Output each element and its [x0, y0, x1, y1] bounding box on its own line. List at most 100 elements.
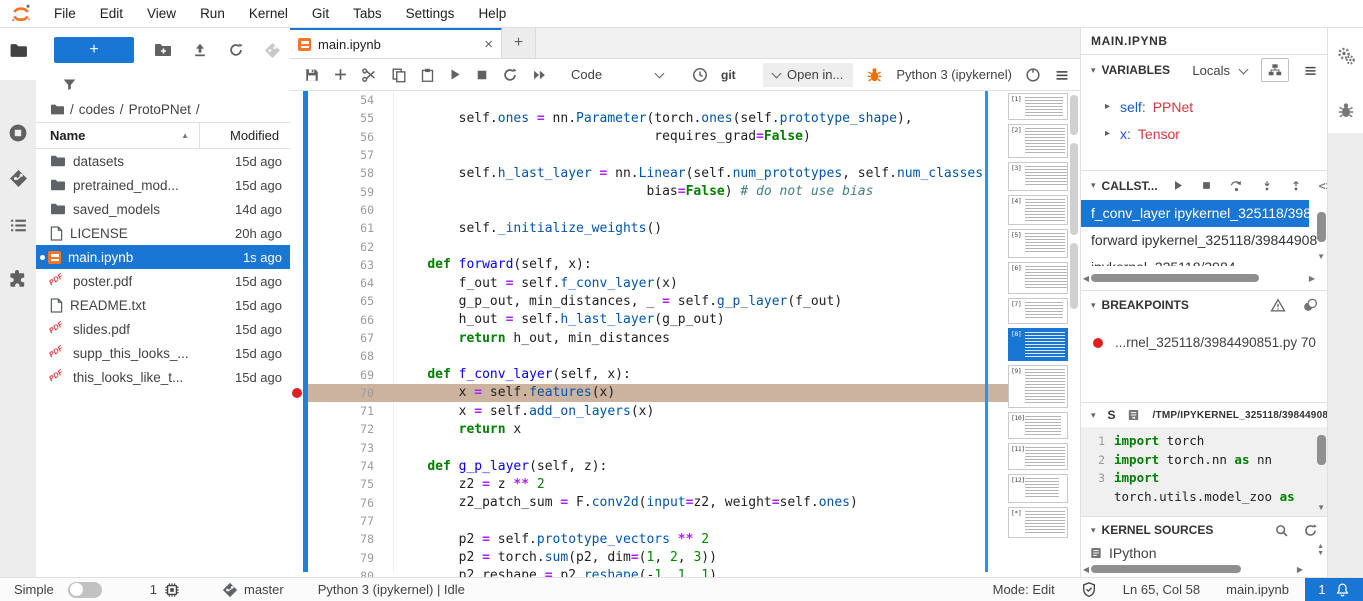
- variables-menu-icon[interactable]: [1303, 64, 1318, 77]
- file-row-poster-pdf[interactable]: PDFposter.pdf15d ago: [36, 269, 290, 293]
- run-cell-icon[interactable]: [448, 67, 462, 82]
- copy-cell-icon[interactable]: [391, 67, 407, 83]
- kernel-status-text[interactable]: Python 3 (ipykernel) | Idle: [318, 582, 465, 597]
- git-clone-icon[interactable]: [264, 42, 281, 59]
- tree-view-toggle-button[interactable]: [1261, 58, 1289, 82]
- code-line-79[interactable]: 79 p2 = torch.sum(p2, dim=(1, 2, 3)): [290, 548, 1008, 566]
- active-filename[interactable]: main.ipynb: [1226, 582, 1289, 597]
- breakpoint-gutter[interactable]: [290, 388, 303, 398]
- menu-item-view[interactable]: View: [135, 6, 188, 21]
- cursor-position[interactable]: Ln 65, Col 58: [1123, 582, 1200, 597]
- code-editor[interactable]: 5455 self.ones = nn.Parameter(torch.ones…: [290, 91, 1008, 577]
- new-folder-icon[interactable]: [154, 42, 172, 58]
- source-vscroll-thumb[interactable]: [1317, 435, 1326, 465]
- breakpoints-section-header[interactable]: ▾ BREAKPOINTS: [1081, 291, 1328, 319]
- callstack-frame-0[interactable]: f_conv_layer ipykernel_325118/3984: [1081, 200, 1309, 227]
- search-icon[interactable]: [1274, 523, 1289, 538]
- code-line-61[interactable]: 61 self._initialize_weights(): [290, 219, 1008, 237]
- minimap-cell-5[interactable]: [5]: [1008, 229, 1068, 258]
- cell-type-dropdown[interactable]: Code: [571, 67, 663, 82]
- terminate-icon[interactable]: [1201, 180, 1212, 191]
- variable-row-x[interactable]: ▸x:Tensor: [1081, 120, 1328, 147]
- trust-shield-icon[interactable]: [1081, 581, 1097, 598]
- menu-item-run[interactable]: Run: [188, 6, 237, 21]
- restart-kernel-icon[interactable]: [502, 67, 518, 83]
- column-header-modified[interactable]: Modified: [200, 128, 279, 143]
- code-line-56[interactable]: 56 requires_grad=False): [290, 128, 1008, 146]
- code-line-63[interactable]: 63 def forward(self, x):: [290, 256, 1008, 274]
- scroll-left-icon[interactable]: ◀: [1081, 274, 1091, 283]
- overview-segment[interactable]: [1070, 243, 1078, 309]
- menu-item-kernel[interactable]: Kernel: [237, 6, 300, 21]
- sidebar-tab-git[interactable]: [0, 158, 36, 198]
- toolbar-menu-icon[interactable]: [1054, 68, 1070, 82]
- code-line-66[interactable]: 66 h_out = self.h_last_layer(g_p_out): [290, 311, 1008, 329]
- simple-mode-toggle[interactable]: [68, 582, 102, 598]
- overview-segment[interactable]: [1070, 95, 1078, 135]
- new-launcher-button[interactable]: +: [54, 37, 134, 63]
- save-icon[interactable]: [304, 67, 320, 83]
- sidebar-tab-running-sessions[interactable]: [0, 113, 36, 153]
- file-row-main-ipynb[interactable]: main.ipynb1s ago: [36, 245, 290, 269]
- file-row-this-looks-like-t-[interactable]: PDFthis_looks_like_t...15d ago: [36, 365, 290, 389]
- code-line-71[interactable]: 71 x = self.add_on_layers(x): [290, 402, 1008, 420]
- code-line-74[interactable]: 74 def g_p_layer(self, z):: [290, 457, 1008, 475]
- code-line-67[interactable]: 67 return h_out, min_distances: [290, 329, 1008, 347]
- editor-scrollbar[interactable]: [985, 91, 988, 572]
- minimap-cell-11[interactable]: [11]: [1008, 443, 1068, 470]
- minimap-cell-1[interactable]: [1]: [1008, 93, 1068, 120]
- kernel-source-item[interactable]: IPython: [1081, 543, 1328, 563]
- scroll-left-icon[interactable]: ◀: [1081, 565, 1091, 574]
- scroll-down-icon[interactable]: ▼: [1317, 503, 1325, 512]
- refresh-icon[interactable]: [228, 42, 244, 58]
- code-line-80[interactable]: 80 p2_reshape = p2.reshape(-1, 1, 1): [290, 567, 1008, 577]
- refresh-icon[interactable]: [1303, 523, 1318, 538]
- stop-icon[interactable]: [475, 68, 489, 82]
- minimap-cell-9[interactable]: [9]: [1008, 365, 1068, 408]
- paste-cell-icon[interactable]: [420, 67, 435, 83]
- minimap-cell-[interactable]: [*]: [1008, 507, 1068, 538]
- code-line-55[interactable]: 55 self.ones = nn.Parameter(torch.ones(s…: [290, 109, 1008, 127]
- code-line-68[interactable]: 68: [290, 347, 1008, 365]
- step-over-icon[interactable]: [1229, 179, 1244, 193]
- menu-item-help[interactable]: Help: [466, 6, 518, 21]
- file-row-license[interactable]: LICENSE20h ago: [36, 221, 290, 245]
- code-line-59[interactable]: 59 bias=False) # do not use bias: [290, 182, 1008, 200]
- code-line-78[interactable]: 78 p2 = self.prototype_vectors ** 2: [290, 530, 1008, 548]
- file-row-supp-this-looks-[interactable]: PDFsupp_this_looks_...15d ago: [36, 341, 290, 365]
- callstack-frame-1[interactable]: forward ipykernel_325118/39844908: [1081, 227, 1328, 254]
- tab-main-ipynb[interactable]: main.ipynb ×: [290, 28, 502, 58]
- file-row-pretrained-mod-[interactable]: pretrained_mod...15d ago: [36, 173, 290, 197]
- expand-caret-icon[interactable]: ▸: [1105, 128, 1110, 139]
- scroll-right-icon[interactable]: ▶: [1295, 565, 1305, 574]
- active-cell-bar[interactable]: [303, 91, 308, 572]
- code-line-62[interactable]: 62: [290, 237, 1008, 255]
- code-line-60[interactable]: 60: [290, 201, 1008, 219]
- code-line-64[interactable]: 64 f_out = self.f_conv_layer(x): [290, 274, 1008, 292]
- minimap-cell-7[interactable]: [7]: [1008, 298, 1068, 324]
- editor-mode[interactable]: Mode: Edit: [993, 582, 1055, 597]
- file-row-saved-models[interactable]: saved_models14d ago: [36, 197, 290, 221]
- execution-time-icon[interactable]: [692, 67, 708, 83]
- expand-caret-icon[interactable]: ▸: [1105, 101, 1110, 112]
- scroll-down-icon[interactable]: ▼: [1317, 252, 1325, 261]
- sidebar-tab-table-of-contents[interactable]: [0, 205, 36, 245]
- code-line-70[interactable]: 70 x = self.features(x): [290, 384, 1008, 402]
- menu-item-tabs[interactable]: Tabs: [341, 6, 394, 21]
- file-row-datasets[interactable]: datasets15d ago: [36, 149, 290, 173]
- sidebar-tab-extension-manager[interactable]: [0, 258, 36, 298]
- debugger-bug-icon[interactable]: [866, 66, 883, 83]
- breadcrumb-segment-codes[interactable]: codes: [79, 102, 115, 117]
- kernel-sources-hscrollbar[interactable]: ◀ ▶: [1081, 563, 1305, 575]
- breadcrumb-segment-ProtoPNet[interactable]: ProtoPNet: [129, 102, 191, 117]
- column-header-name[interactable]: Name ▲: [36, 123, 200, 148]
- callstack-frame-2[interactable]: ipykernel_325118/3984: [1081, 254, 1328, 266]
- callstack-hscrollbar[interactable]: ◀ ▶: [1081, 272, 1317, 284]
- home-folder-icon[interactable]: [50, 103, 65, 116]
- scroll-right-icon[interactable]: ▶: [1307, 274, 1317, 283]
- code-line-77[interactable]: 77: [290, 512, 1008, 530]
- remove-all-breakpoints-icon[interactable]: [1302, 297, 1318, 313]
- tab-close-icon[interactable]: ×: [484, 36, 493, 53]
- open-in-button[interactable]: Open in...: [763, 63, 853, 87]
- menu-item-file[interactable]: File: [42, 6, 88, 21]
